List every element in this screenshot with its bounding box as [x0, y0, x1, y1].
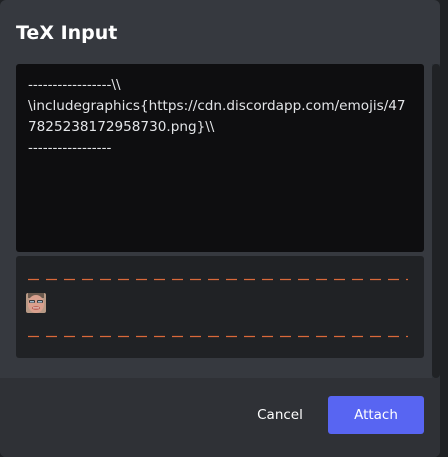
modal-footer: Cancel Attach [0, 378, 440, 457]
modal-scroll-area: -----------------\\ \includegraphics{htt… [0, 64, 440, 378]
cancel-button[interactable]: Cancel [242, 396, 318, 434]
face-emoji-image [26, 293, 46, 313]
preview-dashed-rule-top [28, 278, 408, 281]
scrollbar-track[interactable] [432, 64, 440, 378]
modal-title: TeX Input [16, 22, 118, 44]
attach-button[interactable]: Attach [328, 396, 424, 434]
tex-preview [16, 256, 424, 358]
preview-dashed-rule-bottom [28, 335, 408, 338]
scrollbar-thumb[interactable] [432, 64, 440, 378]
tex-editor[interactable]: -----------------\\ \includegraphics{htt… [16, 64, 424, 252]
tex-input-modal: TeX Input -----------------\\ \includegr… [0, 0, 440, 457]
